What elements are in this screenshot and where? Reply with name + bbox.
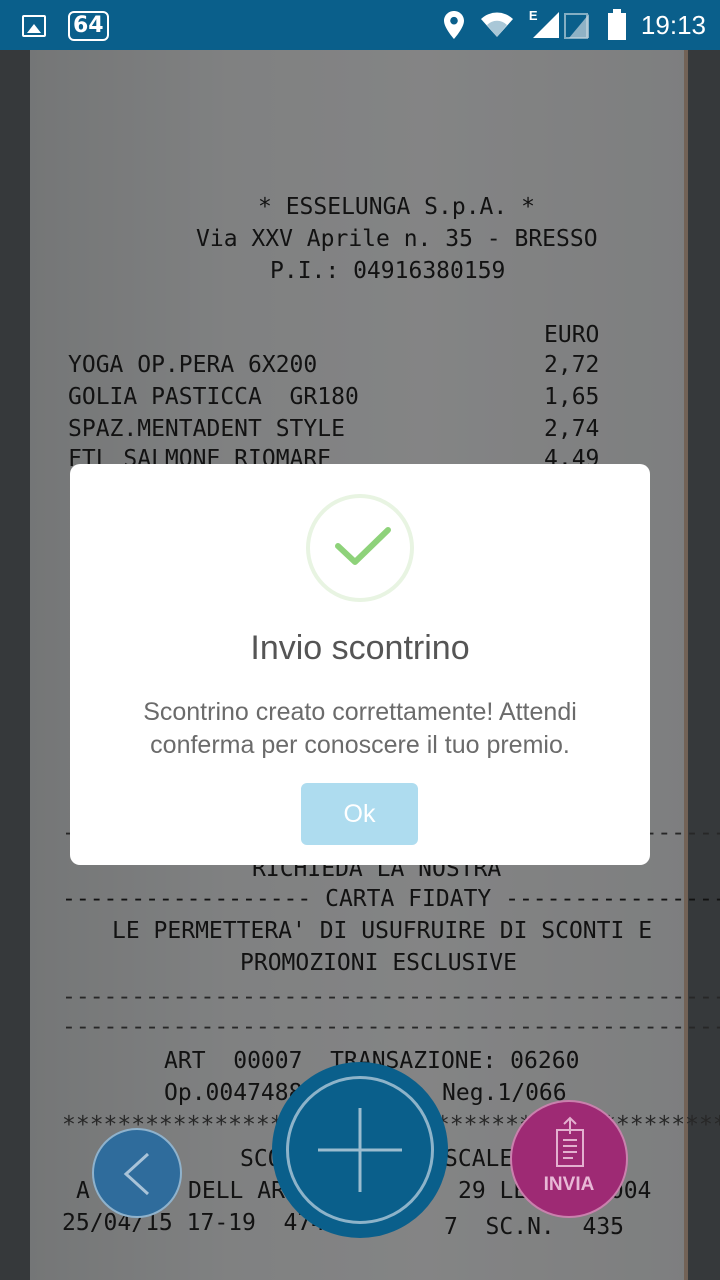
status-bar: 64 E 19:13 (0, 0, 720, 50)
send-label: INVIA (543, 1174, 595, 1195)
send-button[interactable]: INVIA (510, 1100, 628, 1218)
notification-badge: 64 (68, 11, 109, 41)
receipt-upload-icon (556, 1116, 584, 1167)
clock: 19:13 (640, 9, 706, 40)
chevron-left-icon (123, 1152, 150, 1196)
success-dialog: Invio scontrino Scontrino creato corrett… (70, 464, 650, 865)
dialog-title: Invio scontrino (250, 629, 470, 667)
wifi-icon (479, 11, 515, 39)
success-icon (306, 494, 414, 602)
battery-icon (607, 9, 627, 41)
signal-icon: E (528, 8, 593, 40)
add-photo-button[interactable] (272, 1062, 448, 1238)
network-type-label: E (528, 8, 538, 23)
dialog-message: Scontrino creato correttamente! Attendi … (143, 698, 577, 759)
plus-icon (318, 1108, 402, 1192)
back-button[interactable] (92, 1128, 182, 1218)
location-icon (443, 10, 465, 40)
image-icon (22, 15, 46, 37)
ok-button[interactable]: Ok (301, 783, 418, 845)
